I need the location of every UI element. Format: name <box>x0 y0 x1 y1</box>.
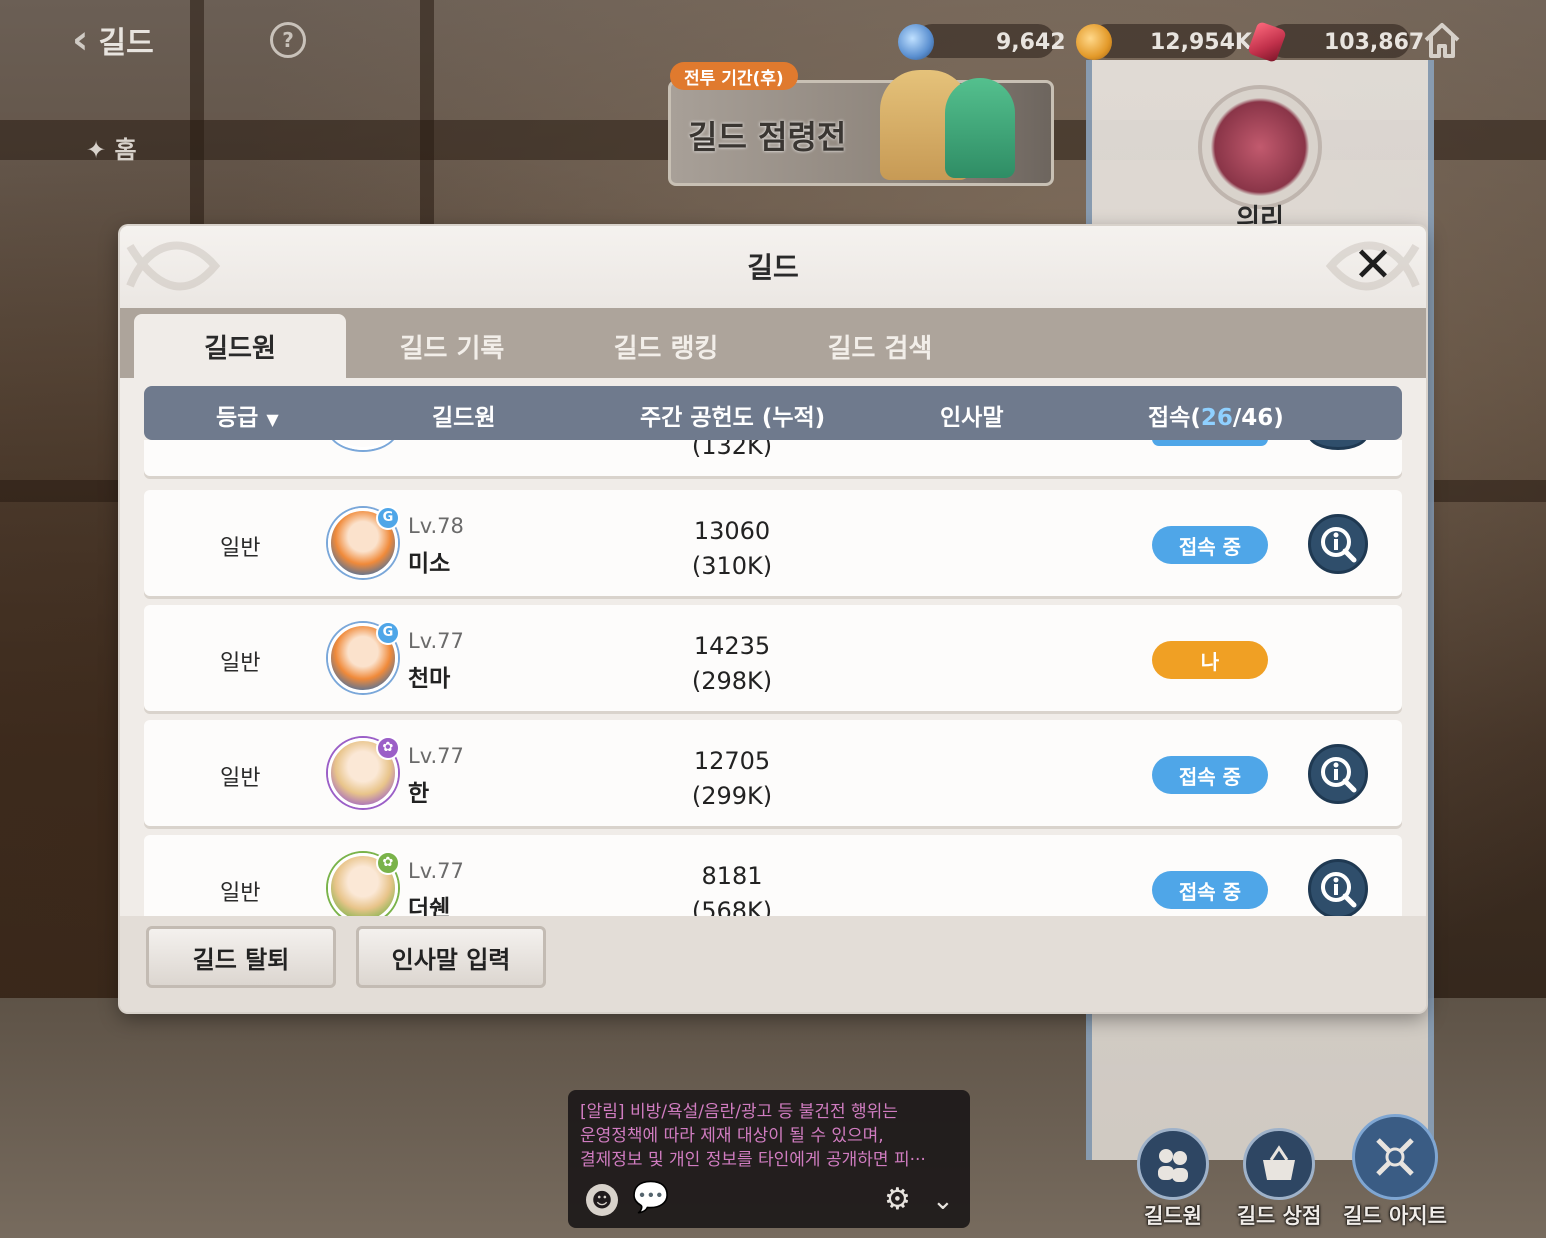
crossed-swords-icon <box>1352 1114 1438 1200</box>
currency-gold[interactable]: 12,954K <box>1076 22 1252 62</box>
info-magnifier-icon <box>1321 527 1357 563</box>
event-period-tag: 전투 기간(후) <box>670 62 798 90</box>
modal-header: 길드 ✕ <box>120 226 1426 308</box>
member-grade: 일반 <box>220 881 261 906</box>
close-button[interactable]: ✕ <box>1350 241 1396 289</box>
weekly-contribution-header: 주간 공헌도 (누적) <box>640 405 826 431</box>
screen-title: 길드 <box>98 26 154 61</box>
chat-notice: [알림] 비방/욕설/음란/광고 등 불건전 행위는 운영정책에 따라 제재 대… <box>580 1102 926 1170</box>
fist-emblem-icon <box>1198 85 1322 209</box>
currency-ruby[interactable]: 103,867 <box>1247 20 1425 64</box>
chevron-left-icon: ‹ <box>72 17 89 63</box>
member-level: Lv.77 <box>408 629 464 653</box>
tab-bar: 길드원 길드 기록 길드 랭킹 길드 검색 <box>120 308 1426 378</box>
chat-box[interactable]: [알림] 비방/욕설/음란/광고 등 불건전 행위는 운영정책에 따라 제재 대… <box>568 1090 970 1228</box>
nav-label: 길드 상점 <box>1236 1204 1322 1228</box>
grade-sort-header[interactable]: 등급 ▼ <box>216 398 279 432</box>
sort-down-icon: ▼ <box>266 410 279 429</box>
info-magnifier-icon <box>1321 757 1357 793</box>
element-badge-icon: ✿ <box>376 736 400 760</box>
weekly-points: (132K) <box>691 440 773 460</box>
element-badge-icon: G <box>376 506 400 530</box>
basket-icon <box>1243 1128 1315 1200</box>
member-info-button[interactable] <box>1308 514 1368 574</box>
weekly-points: 8181 (568K) <box>691 862 773 916</box>
modal-footer: 길드 탈퇴 인사말 입력 <box>120 916 1426 1012</box>
ruby-amount: 103,867 <box>1324 29 1425 55</box>
member-level: Lv.77 <box>408 859 464 883</box>
emoji-icon[interactable]: ☻ <box>586 1184 618 1216</box>
nav-label: 길드원 <box>1144 1204 1202 1228</box>
member-name: 더쉔 <box>408 896 451 916</box>
guild-modal: 길드 ✕ 길드원 길드 기록 길드 랭킹 길드 검색 등급 ▼ 길드원 주간 공… <box>120 226 1426 1012</box>
member-row: 일반 ✿ Lv.77 더쉔 8181 (568K) 접속 중 <box>144 835 1402 916</box>
member-list[interactable]: (132K) 일반 G Lv.78 미소 13060 (310K) 접속 중 일반 <box>144 440 1402 916</box>
gold-amount: 12,954K <box>1150 29 1252 55</box>
ruby-gem-icon <box>1247 20 1287 64</box>
member-row: (132K) <box>144 440 1402 476</box>
currency-crystal[interactable]: 9,642 <box>898 22 1066 62</box>
weekly-points: 14235 (298K) <box>691 632 773 695</box>
member-info-button[interactable] <box>1308 744 1368 804</box>
column-header: 등급 ▼ 길드원 주간 공헌도 (누적) 인사말 접속(26/46) <box>144 386 1402 440</box>
chevron-down-icon[interactable]: ⌄ <box>932 1186 954 1216</box>
info-magnifier-icon[interactable] <box>1308 440 1368 450</box>
member-grade: 일반 <box>220 766 261 791</box>
modal-title: 길드 <box>747 251 799 284</box>
tab-guild-search[interactable]: 길드 검색 <box>774 314 986 378</box>
member-header: 길드원 <box>432 405 496 431</box>
side-home-label[interactable]: ✦ 홈 <box>86 130 137 165</box>
member-grade: 일반 <box>220 651 261 676</box>
crystal-icon <box>898 24 934 60</box>
greeting-header: 인사말 <box>940 405 1004 431</box>
home-icon[interactable] <box>1420 18 1464 62</box>
status-badge-me: 나 <box>1152 641 1268 679</box>
element-badge-icon: ✿ <box>376 851 400 875</box>
member-row: 일반 ✿ Lv.77 한 12705 (299K) 접속 중 <box>144 720 1402 826</box>
back-button[interactable]: ‹ 길드 <box>72 17 192 63</box>
weekly-points: 12705 (299K) <box>691 747 773 810</box>
nav-guild-shop[interactable]: 길드 상점 <box>1224 1128 1334 1230</box>
status-badge: 접속 중 <box>1152 756 1268 794</box>
event-title: 길드 점령전 <box>688 118 847 156</box>
member-info-button[interactable] <box>1308 859 1368 916</box>
member-name: 미소 <box>408 551 451 577</box>
tab-guild-ranking[interactable]: 길드 랭킹 <box>560 314 772 378</box>
member-row: 일반 G Lv.78 미소 13060 (310K) 접속 중 <box>144 490 1402 596</box>
online-header: 접속(26/46) <box>1148 405 1284 431</box>
crystal-amount: 9,642 <box>996 29 1066 55</box>
member-row-self: 일반 G Lv.77 천마 14235 (298K) 나 <box>144 605 1402 711</box>
chat-bubbles-icon[interactable]: 💬 <box>632 1180 669 1215</box>
enter-greeting-button[interactable]: 인사말 입력 <box>356 926 546 988</box>
member-grade: 일반 <box>220 536 261 561</box>
leave-guild-button[interactable]: 길드 탈퇴 <box>146 926 336 988</box>
avatar <box>328 440 398 450</box>
nav-guild-members[interactable]: 길드원 <box>1118 1128 1228 1230</box>
element-badge-icon: G <box>376 621 400 645</box>
member-name: 한 <box>408 781 430 807</box>
gear-icon[interactable]: ⚙ <box>884 1182 911 1217</box>
weekly-points: 13060 (310K) <box>691 517 773 580</box>
member-name: 천마 <box>408 666 451 692</box>
status-badge: 접속 중 <box>1152 526 1268 564</box>
members-icon <box>1137 1128 1209 1200</box>
nav-label: 길드 아지트 <box>1343 1204 1447 1228</box>
tab-guild-members[interactable]: 길드원 <box>134 314 346 378</box>
status-badge <box>1152 440 1268 446</box>
nav-guild-hideout[interactable]: 길드 아지트 <box>1340 1114 1450 1230</box>
gold-coin-icon <box>1076 24 1112 60</box>
tab-guild-log[interactable]: 길드 기록 <box>346 314 558 378</box>
status-badge: 접속 중 <box>1152 871 1268 909</box>
member-level: Lv.78 <box>408 514 464 538</box>
event-character-green <box>945 78 1015 178</box>
member-level: Lv.77 <box>408 744 464 768</box>
help-icon[interactable]: ? <box>270 22 306 58</box>
info-magnifier-icon <box>1321 872 1357 908</box>
